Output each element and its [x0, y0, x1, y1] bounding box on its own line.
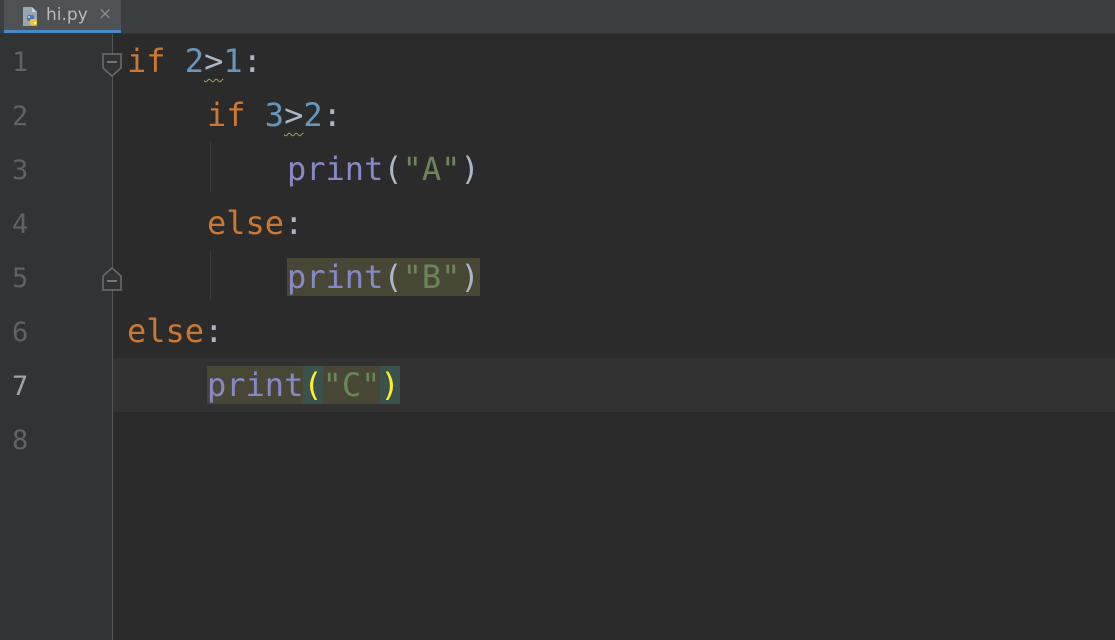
code-line-1: if 2>1:	[127, 42, 262, 80]
selection-occurrence-highlight: print("C")	[207, 366, 400, 404]
code-line-3: print("A")	[287, 150, 480, 188]
code-line-4: else:	[207, 204, 304, 242]
code-line-7: print("C")	[207, 358, 400, 412]
line-number: 1	[12, 47, 29, 78]
code-line-5: print("B")	[287, 250, 480, 304]
line-number: 3	[12, 155, 29, 186]
matched-brace: (	[303, 366, 323, 404]
tab-label: hi.py	[46, 5, 88, 25]
matched-brace: )	[380, 366, 400, 404]
editor-tab-bar: hi.py ×	[0, 0, 1115, 34]
indent-guide	[210, 250, 211, 300]
line-number: 2	[12, 101, 29, 132]
indent-guide	[210, 142, 211, 192]
line-number: 5	[12, 263, 29, 294]
code-line-2: if 3>2:	[207, 96, 342, 134]
line-number: 6	[12, 317, 29, 348]
line-number: 4	[12, 209, 29, 240]
code-editor[interactable]: if 2>1: if 3>2: print("A") else: print("…	[113, 34, 1115, 640]
selection-occurrence-highlight: print("B")	[287, 258, 480, 296]
line-number: 8	[12, 425, 29, 456]
tab-hi-py[interactable]: hi.py ×	[4, 0, 121, 33]
code-line-6: else:	[127, 312, 224, 350]
close-icon[interactable]: ×	[98, 4, 112, 24]
python-file-icon	[23, 7, 37, 26]
current-line-number: 7	[12, 371, 29, 402]
line-number-gutter[interactable]: 1 2 3 4 5 6 7 8	[0, 34, 122, 640]
